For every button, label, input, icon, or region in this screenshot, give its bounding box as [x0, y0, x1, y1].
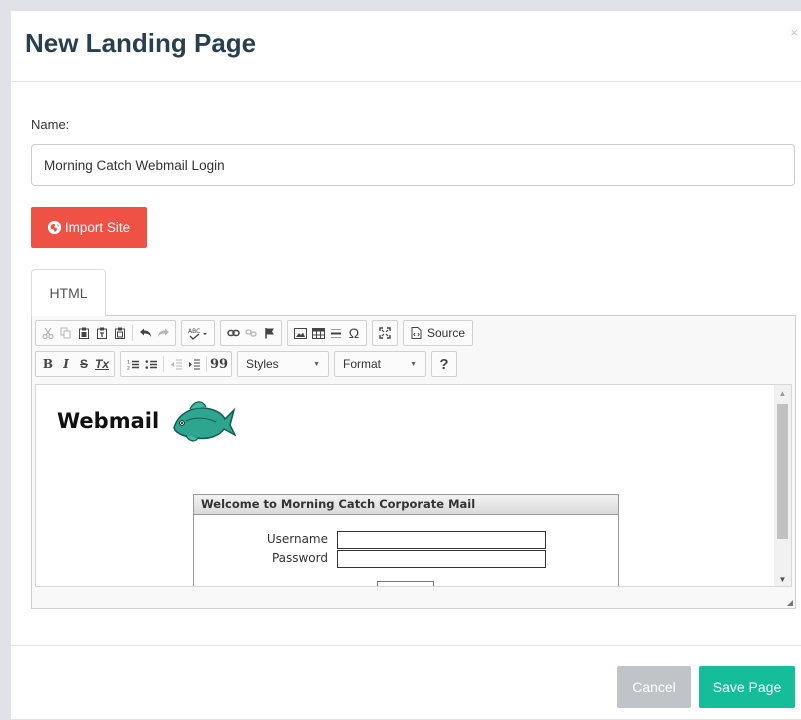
undo-icon[interactable] — [136, 323, 154, 343]
special-char-icon[interactable]: Ω — [345, 323, 363, 343]
spellcheck-icon[interactable]: ABC — [185, 323, 211, 343]
password-label: Password — [271, 551, 328, 565]
spellcheck-group: ABC — [181, 320, 215, 346]
landing-page-modal: New Landing Page × Name: Import Site HTM… — [10, 10, 801, 719]
toolbar-row-1: ABC Ω Source — [35, 320, 474, 346]
styles-dropdown[interactable]: Styles ▼ — [237, 351, 329, 377]
scroll-down-icon[interactable]: ▼ — [774, 571, 791, 586]
image-icon[interactable] — [291, 323, 309, 343]
paste-icon[interactable] — [75, 323, 93, 343]
horizontal-line-icon[interactable] — [327, 323, 345, 343]
fish-logo-icon — [173, 401, 236, 442]
resize-handle-icon[interactable] — [787, 600, 793, 606]
italic-button[interactable]: I — [57, 354, 75, 374]
paste-word-icon[interactable] — [111, 323, 129, 343]
editor-scrollbar[interactable]: ▲ ▼ — [774, 385, 791, 586]
clipboard-group — [35, 320, 176, 346]
styles-chevron-down-icon: ▼ — [313, 360, 320, 368]
webmail-logo-text: Webmail — [57, 409, 160, 433]
username-label: Username — [266, 532, 328, 546]
toolbar-row-2: B I S Tx 12 99 Styles ▼ Format ▼ ? — [35, 351, 457, 377]
editor-content-area[interactable]: Webmail Welcome to Morning Catch Corpora… — [35, 384, 792, 587]
login-button-preview[interactable] — [377, 581, 434, 586]
name-label: Name: — [31, 117, 70, 132]
link-icon[interactable] — [224, 323, 242, 343]
help-group: ? — [431, 351, 457, 377]
remove-format-button[interactable]: Tx — [93, 354, 111, 374]
cut-icon[interactable] — [39, 323, 57, 343]
scroll-up-icon[interactable]: ▲ — [774, 385, 791, 402]
format-label: Format — [343, 357, 382, 371]
strikethrough-button[interactable]: S — [75, 354, 93, 374]
paste-text-icon[interactable] — [93, 323, 111, 343]
source-button[interactable]: Source — [407, 326, 469, 340]
login-box-title: Welcome to Morning Catch Corporate Mail — [194, 495, 618, 515]
copy-icon[interactable] — [57, 323, 75, 343]
scrollbar-thumb[interactable] — [777, 404, 788, 539]
import-site-label: Import Site — [64, 220, 131, 235]
maximize-group — [372, 320, 398, 346]
login-box: Welcome to Morning Catch Corporate Mail … — [193, 494, 619, 586]
format-dropdown[interactable]: Format ▼ — [334, 351, 426, 377]
unlink-icon[interactable] — [242, 323, 260, 343]
anchor-flag-icon[interactable] — [260, 323, 278, 343]
format-chevron-down-icon: ▼ — [410, 360, 417, 368]
outdent-icon[interactable] — [167, 354, 185, 374]
paragraph-group: 12 99 — [120, 351, 232, 377]
import-site-button[interactable]: Import Site — [31, 207, 147, 248]
styles-label: Styles — [246, 357, 279, 371]
indent-icon[interactable] — [185, 354, 203, 374]
redo-icon[interactable] — [154, 323, 172, 343]
modal-footer: Cancel Save Page — [11, 645, 801, 720]
svg-text:2: 2 — [127, 365, 130, 370]
name-input[interactable] — [31, 144, 795, 186]
save-page-button[interactable]: Save Page — [699, 666, 795, 708]
bullet-list-icon[interactable] — [142, 354, 160, 374]
source-label: Source — [427, 326, 466, 340]
blockquote-button[interactable]: 99 — [210, 354, 228, 374]
svg-text:1: 1 — [127, 359, 130, 365]
password-field[interactable] — [337, 550, 546, 568]
table-icon[interactable] — [309, 323, 327, 343]
tab-html[interactable]: HTML — [31, 269, 106, 316]
source-icon — [411, 327, 422, 339]
close-icon[interactable]: × — [790, 25, 798, 40]
source-group: Source — [403, 320, 474, 346]
numbered-list-icon[interactable]: 12 — [124, 354, 142, 374]
cancel-button[interactable]: Cancel — [617, 666, 691, 708]
basic-styles-group: B I S Tx — [35, 351, 115, 377]
help-button[interactable]: ? — [435, 354, 453, 374]
bold-button[interactable]: B — [39, 354, 57, 374]
links-group — [220, 320, 282, 346]
modal-header: New Landing Page × — [11, 11, 801, 82]
html-editor: ABC Ω Source B I S Tx 1 2 99 Styles ▼ Fo… — [31, 315, 796, 609]
username-field[interactable] — [337, 531, 546, 549]
modal-title: New Landing Page — [25, 28, 257, 58]
insert-group: Ω — [287, 320, 367, 346]
globe-icon — [47, 221, 61, 234]
maximize-icon[interactable] — [376, 323, 394, 343]
